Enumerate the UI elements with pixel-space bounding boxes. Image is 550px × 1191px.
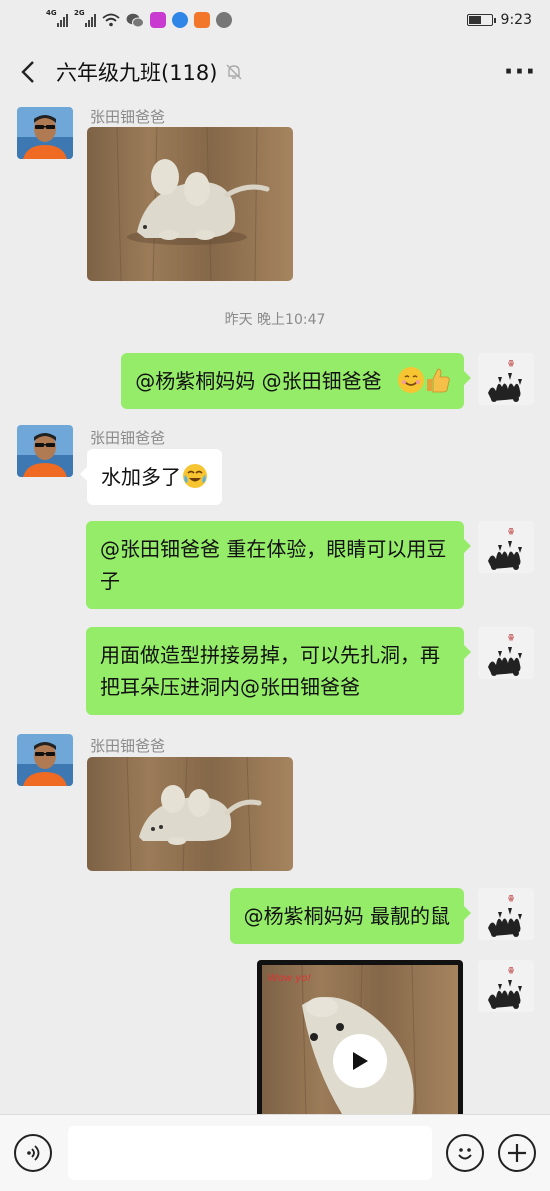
message-text: 用面做造型拼接易掉，可以先扎洞，再把耳朵压进洞内@张田钿爸爸 (100, 643, 440, 699)
battery-icon (466, 14, 496, 26)
clock: 9:23 (500, 12, 532, 28)
plus-icon (508, 1144, 526, 1162)
signal-icon: 4G (46, 9, 68, 27)
crying-laugh-emoji-icon (183, 464, 207, 488)
avatar[interactable] (478, 888, 534, 940)
message-input[interactable] (68, 1126, 432, 1180)
status-bar: 4G 2G 9:23 (0, 0, 550, 40)
avatar[interactable] (17, 734, 73, 786)
voice-icon (27, 1145, 40, 1161)
message-text: @杨紫桐妈妈 最靓的鼠 (243, 904, 450, 928)
player-app-icon (194, 12, 210, 28)
chat-title: 六年级九班(118) (56, 61, 218, 85)
browser-app-icon (172, 12, 188, 28)
video-app-icon (150, 12, 166, 28)
chevron-left-icon (21, 61, 34, 83)
message-text: @张田钿爸爸 重在体验，眼睛可以用豆子 (100, 537, 447, 593)
play-button[interactable] (333, 1034, 387, 1088)
thumbs-up-emoji-icon (427, 368, 450, 393)
signal-icon: 2G (74, 9, 96, 27)
settings-app-icon (216, 12, 232, 28)
more-button[interactable]: ··· (490, 40, 550, 104)
sender-name: 张田钿爸爸 (90, 429, 166, 447)
sender-name: 张田钿爸爸 (90, 108, 166, 126)
avatar[interactable] (478, 627, 534, 679)
chat-header: 六年级九班(118) ··· (0, 40, 550, 104)
input-bar (0, 1114, 550, 1191)
message-bubble[interactable]: 水加多了 (80, 449, 222, 505)
bell-off-icon (226, 64, 242, 80)
video-message[interactable]: Wow yo! (257, 960, 463, 1114)
message-text: 水加多了 (101, 465, 181, 489)
avatar[interactable] (478, 960, 534, 1012)
avatar[interactable] (17, 107, 73, 159)
emoji-button[interactable] (446, 1134, 484, 1172)
back-button[interactable] (0, 40, 56, 104)
video-watermark: Wow yo! (268, 973, 311, 984)
wifi-icon (102, 13, 120, 27)
image-message[interactable] (87, 127, 293, 281)
avatar[interactable] (478, 521, 534, 573)
wechat-icon (126, 13, 144, 27)
message-bubble[interactable]: @杨紫桐妈妈 @张田钿爸爸 (121, 353, 471, 409)
timestamp: 昨天 晚上10:47 (224, 312, 326, 328)
message-bubble[interactable]: @杨紫桐妈妈 最靓的鼠 (229, 888, 472, 944)
avatar[interactable] (478, 353, 534, 405)
message-bubble[interactable]: 用面做造型拼接易掉，可以先扎洞，再把耳朵压进洞内@张田钿爸爸 (86, 627, 471, 715)
smile-emoji-icon (398, 367, 424, 393)
message-text: @杨紫桐妈妈 @张田钿爸爸 (135, 369, 388, 393)
sender-name: 张田钿爸爸 (90, 737, 166, 755)
message-bubble[interactable]: @张田钿爸爸 重在体验，眼睛可以用豆子 (86, 521, 471, 609)
image-message[interactable] (87, 757, 293, 871)
voice-button[interactable] (14, 1134, 52, 1172)
more-dots-icon: ··· (503, 57, 537, 87)
plus-button[interactable] (498, 1134, 536, 1172)
emoji-icon (458, 1148, 472, 1160)
avatar[interactable] (17, 425, 73, 477)
play-icon (353, 1052, 368, 1070)
